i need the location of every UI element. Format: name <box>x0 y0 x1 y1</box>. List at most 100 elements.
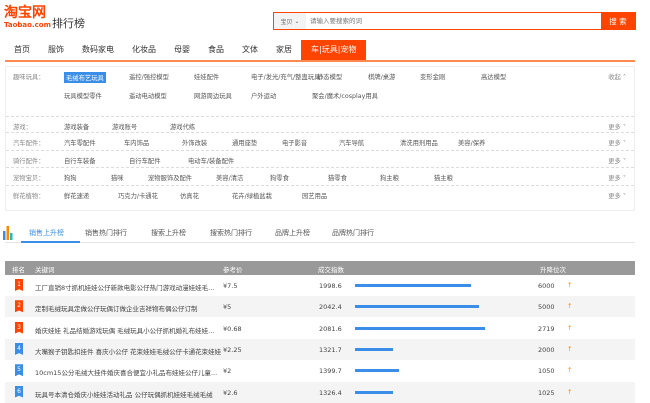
category-toggle[interactable]: 更多 ˅ <box>608 156 626 165</box>
category-item[interactable]: 鲜花速递 <box>64 191 89 200</box>
category-item[interactable]: 网游周边玩具 <box>194 91 232 100</box>
category-item[interactable]: 毛绒布艺玩具 <box>64 72 106 83</box>
tab-1[interactable]: 销售热门排行 <box>85 228 127 238</box>
category-item[interactable]: 狗主粮 <box>380 173 399 182</box>
category-item[interactable]: 游戏账号 <box>112 122 137 131</box>
category-item[interactable]: 自行车装备 <box>64 156 95 165</box>
category-item[interactable]: 清洗用剂用品 <box>400 138 438 147</box>
chevron-up-icon: ˄ <box>620 74 626 81</box>
category-item[interactable]: 美容/保养 <box>458 138 485 147</box>
reference-price: ¥2.25 <box>223 345 242 354</box>
nav-item[interactable]: 数码家电 <box>73 40 123 60</box>
category-item[interactable]: 巧克力/卡通花 <box>118 191 158 200</box>
nav-item[interactable]: 家居 <box>267 40 301 60</box>
table-row[interactable]: 4 大嘴猴子钥匙扣挂件 喜庆小公仔 花束娃娃毛绒公仔卡通花束娃娃 ¥2.25 1321… <box>5 338 635 360</box>
category-item[interactable]: 静态模型 <box>317 72 342 81</box>
category-item[interactable]: 遥动电动模型 <box>129 91 167 100</box>
deal-index: 1321.7 <box>319 345 342 354</box>
keyword-link[interactable]: 10cm15公分毛绒大挂件婚庆喜合便宜小礼品布娃娃公仔儿童... <box>35 367 217 377</box>
category-item[interactable]: 宠物服饰及配件 <box>148 173 192 182</box>
category-item[interactable]: 车内饰品 <box>124 138 149 147</box>
category-label: 鲜花植物： <box>13 193 45 200</box>
deal-index: 2042.4 <box>319 303 342 312</box>
tab-3[interactable]: 搜索热门排行 <box>210 228 252 238</box>
category-label: 宠物宝贝： <box>13 175 45 182</box>
nav-item[interactable]: 车|玩具|宠物 <box>301 40 367 60</box>
rank-change: 6000 <box>538 282 555 290</box>
category-item[interactable]: 电子/发光/充气/整蛊玩具 <box>251 72 320 81</box>
category-row: 宠物宝贝： 狗狗 猫咪 宠物服饰及配件 美容/清洁 狗零食 猫零食 狗主粮 猫主粮 更多 ˅ <box>6 168 634 186</box>
search-button[interactable]: 搜 索 <box>601 13 635 29</box>
category-item[interactable]: 园艺用品 <box>302 191 327 200</box>
tab-5[interactable]: 品牌热门排行 <box>332 228 374 238</box>
category-item[interactable]: 仿真花 <box>180 191 199 200</box>
nav-item[interactable]: 服饰 <box>39 40 73 60</box>
category-label: 趣味玩具： <box>13 74 45 81</box>
index-bar <box>355 305 479 309</box>
category-item[interactable]: 游戏代练 <box>170 122 195 131</box>
category-item[interactable]: 自行车配件 <box>129 156 160 165</box>
search-bar: 宝贝 ⌄ 搜 索 <box>273 12 636 30</box>
nav-item[interactable]: 首页 <box>5 40 39 60</box>
category-toggle[interactable]: 更多 ˅ <box>608 173 626 182</box>
category-item[interactable]: 高达模型 <box>481 72 506 81</box>
category-item[interactable]: 外饰改装 <box>182 138 207 147</box>
table-row[interactable]: 2 定制毛绒玩具定做公仔玩偶订做企业吉祥物布偶公仔订制 ¥5 2042.4 5000 ↑ <box>5 296 635 318</box>
category-label: 游戏： <box>13 124 32 131</box>
category-item[interactable]: 花卉/绿植盆栽 <box>232 191 272 200</box>
category-item[interactable]: 狗零食 <box>270 173 289 182</box>
category-item[interactable]: 猫主粮 <box>434 173 453 182</box>
keyword-link[interactable]: 大嘴猴子钥匙扣挂件 喜庆小公仔 花束娃娃毛绒公仔卡通花束娃娃 <box>35 346 221 356</box>
keyword-link[interactable]: 玩具号本清仓婚庆小娃娃活动礼品 公仔玩偶抓机娃娃毛绒毛绒 <box>35 389 213 399</box>
rank-badge: 6 <box>15 385 23 398</box>
rank-badge: 2 <box>15 300 23 313</box>
category-toggle[interactable]: 更多 ˅ <box>608 138 626 147</box>
category-item[interactable]: 娃娃配件 <box>194 72 219 81</box>
keyword-link[interactable]: 婚庆娃娃 礼品结婚游戏玩偶 毛绒玩具小公仔抓机婚礼布娃娃... <box>35 325 214 335</box>
table-row[interactable]: 1 工厂直销8寸抓机娃娃公仔新款电影公仔热门游戏动漫娃娃毛... ¥7.5 1998.… <box>5 275 635 296</box>
tab-0[interactable]: 销售上升榜 <box>29 228 64 238</box>
category-item[interactable]: 汽车零配件 <box>64 138 95 147</box>
tab-4[interactable]: 品牌上升榜 <box>275 228 310 238</box>
nav-item[interactable]: 母婴 <box>165 40 199 60</box>
keyword-link[interactable]: 工厂直销8寸抓机娃娃公仔新款电影公仔热门游戏动漫娃娃毛... <box>35 282 214 292</box>
category-item[interactable]: 变形金刚 <box>420 72 445 81</box>
arrow-up-icon: ↑ <box>567 387 573 396</box>
category-item[interactable]: 棋牌/桌游 <box>368 72 395 81</box>
category-item[interactable]: 户外运动 <box>251 91 276 100</box>
category-item[interactable]: 美容/清洁 <box>216 173 243 182</box>
category-item[interactable]: 狗狗 <box>64 173 77 182</box>
table-row[interactable]: 6 玩具号本清仓婚庆小娃娃活动礼品 公仔玩偶抓机娃娃毛绒毛绒 ¥2.6 1326.4 1… <box>5 381 635 403</box>
category-toggle[interactable]: 更多 ˅ <box>608 191 626 200</box>
search-scope-select[interactable]: 宝贝 ⌄ <box>274 13 306 29</box>
rank-badge: 1 <box>15 279 23 291</box>
nav-item[interactable]: 文体 <box>233 40 267 60</box>
category-item[interactable]: 汽车导航 <box>339 138 364 147</box>
taobao-logo[interactable]: 淘宝网 Taobao.com <box>4 6 51 30</box>
category-item[interactable]: 电动车/装备配件 <box>188 156 234 165</box>
category-item[interactable]: 猫咪 <box>111 173 124 182</box>
search-input[interactable] <box>306 13 601 29</box>
tab-2[interactable]: 搜索上升榜 <box>151 228 186 238</box>
nav-item[interactable]: 化妆品 <box>123 40 165 60</box>
category-label: 骑行配件： <box>13 158 45 165</box>
category-item[interactable]: 聚会/魔术/cosplay用具 <box>312 91 378 100</box>
table-row[interactable]: 5 10cm15公分毛绒大挂件婚庆喜合便宜小礼品布娃娃公仔儿童... ¥2 1399.… <box>5 360 635 381</box>
category-item[interactable]: 玩具模型零件 <box>64 91 102 100</box>
category-toggle[interactable]: 收起 ˄ <box>608 72 626 81</box>
category-item[interactable]: 通用座垫 <box>232 138 257 147</box>
rank-badge: 5 <box>15 364 23 377</box>
category-toggle[interactable]: 更多 ˅ <box>608 122 626 131</box>
category-item[interactable]: 遥控/强控模型 <box>129 72 169 81</box>
category-item[interactable]: 电子影音 <box>282 138 307 147</box>
nav-item[interactable]: 食品 <box>199 40 233 60</box>
rank-change: 1025 <box>538 388 555 397</box>
reference-price: ¥7.5 <box>223 282 238 290</box>
table-row[interactable]: 3 婚庆娃娃 礼品结婚游戏玩偶 毛绒玩具小公仔抓机婚礼布娃娃... ¥0.68 208… <box>5 318 635 339</box>
keyword-link[interactable]: 定制毛绒玩具定做公仔玩偶订做企业吉祥物布偶公仔订制 <box>35 303 198 313</box>
ranking-tabs: 销售上升榜 销售热门排行 搜索上升榜 搜索热门排行 品牌上升榜 品牌热门排行 <box>3 222 635 243</box>
category-item[interactable]: 猫零食 <box>328 173 347 182</box>
category-row: 游戏： 游戏装备 游戏账号 游戏代练 更多 ˅ <box>6 117 634 133</box>
arrow-up-icon: ↑ <box>567 344 573 353</box>
category-item[interactable]: 游戏装备 <box>64 122 89 131</box>
